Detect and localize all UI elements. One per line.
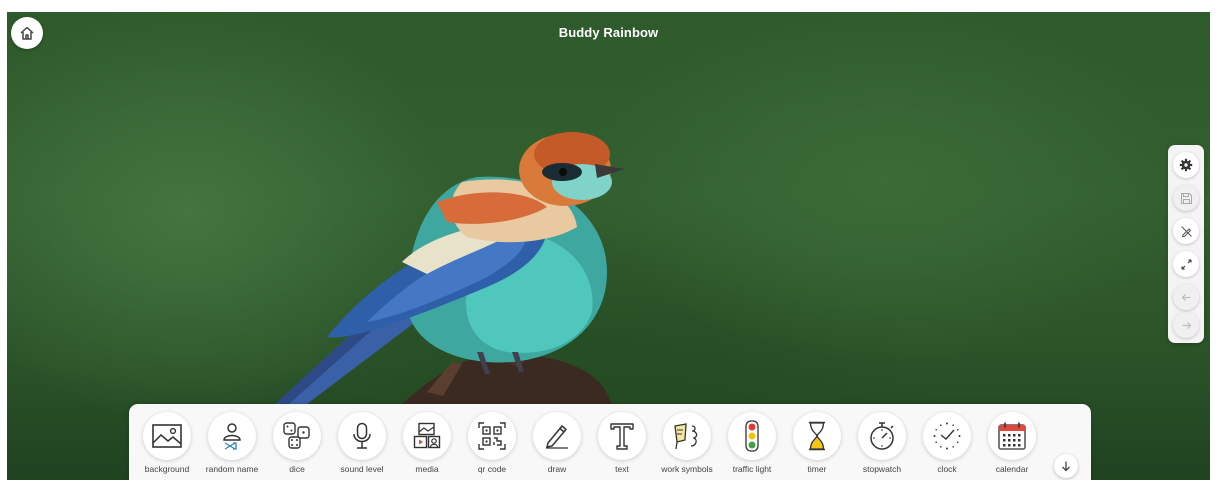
tool-label: text	[615, 464, 629, 474]
tool-random-name[interactable]: random name	[201, 412, 263, 476]
gear-icon	[1179, 158, 1193, 172]
tool-stopwatch[interactable]: stopwatch	[851, 412, 913, 476]
calendar-icon	[998, 422, 1026, 450]
arrow-down-icon	[1062, 461, 1070, 472]
arrow-right-icon	[1182, 321, 1191, 329]
clock-icon	[933, 422, 961, 450]
tool-text[interactable]: text	[591, 412, 653, 476]
tool-label: timer	[807, 464, 827, 474]
whiteboard-canvas: Buddy Rainbow background random name dic…	[7, 12, 1210, 480]
page-title: Buddy Rainbow	[558, 25, 659, 40]
image-icon	[152, 424, 182, 448]
text-icon	[610, 423, 634, 450]
tool-clock[interactable]: clock	[916, 412, 978, 476]
pencil-icon	[546, 425, 568, 449]
work-symbols-icon	[674, 423, 698, 450]
fullscreen-button[interactable]	[1173, 251, 1199, 277]
microphone-icon	[353, 422, 371, 449]
tool-work-symbols[interactable]: work symbols	[656, 412, 718, 476]
settings-button[interactable]	[1173, 152, 1199, 178]
tool-label: media	[415, 464, 439, 474]
redo-button[interactable]	[1173, 312, 1199, 338]
tool-label: random name	[205, 464, 259, 474]
tool-label: dice	[289, 464, 305, 474]
tool-bar: background random name dice sound level …	[129, 404, 1091, 480]
tool-label: stopwatch	[862, 464, 902, 474]
person-shuffle-icon	[223, 423, 241, 450]
tool-label: draw	[547, 464, 567, 474]
tool-label: sound level	[340, 464, 384, 474]
tool-label: traffic light	[732, 464, 772, 474]
tool-label: calendar	[995, 464, 1029, 474]
traffic-light-icon	[745, 420, 759, 452]
tool-timer[interactable]: timer	[786, 412, 848, 476]
tool-dice[interactable]: dice	[266, 412, 328, 476]
tool-traffic-light[interactable]: traffic light	[721, 412, 783, 476]
tool-label: background	[144, 464, 190, 474]
collapse-toolbar-button[interactable]	[1054, 454, 1078, 478]
save-icon	[1180, 192, 1192, 204]
side-panel	[1168, 145, 1204, 343]
dice-icon	[283, 422, 310, 449]
hourglass-icon	[809, 421, 825, 451]
tool-background[interactable]: background	[136, 412, 198, 476]
stopwatch-icon	[870, 422, 894, 450]
tool-sound-level[interactable]: sound level	[331, 412, 393, 476]
tool-label: work symbols	[661, 464, 713, 474]
fullscreen-icon	[1180, 258, 1192, 270]
qr-code-icon	[478, 422, 506, 450]
tool-qr-code[interactable]: qr code	[461, 412, 523, 476]
tool-draw[interactable]: draw	[526, 412, 588, 476]
media-icon	[413, 422, 441, 449]
undo-button[interactable]	[1173, 284, 1199, 310]
tool-label: qr code	[477, 464, 507, 474]
save-button[interactable]	[1173, 185, 1199, 211]
no-pen-icon	[1180, 225, 1192, 237]
tool-media[interactable]: media	[396, 412, 458, 476]
tool-label: clock	[937, 464, 957, 474]
toggle-pen-button[interactable]	[1173, 218, 1199, 244]
tool-calendar[interactable]: calendar	[981, 412, 1043, 476]
arrow-left-icon	[1181, 293, 1190, 301]
